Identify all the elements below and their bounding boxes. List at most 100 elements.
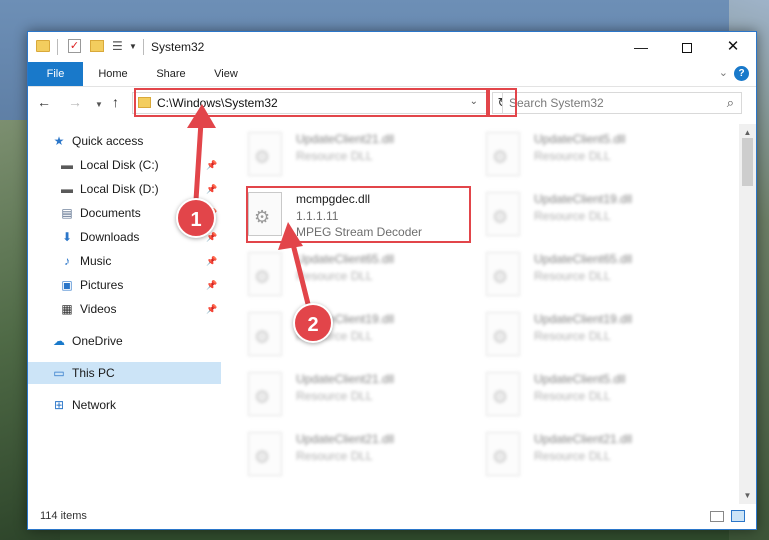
list-item[interactable]: UpdateClient21.dll Resource DLL (486, 428, 716, 486)
step-1-badge: 1 (176, 198, 216, 238)
sidebar-item-onedrive[interactable]: ☁ OneDrive (28, 330, 221, 352)
dll-file-icon (486, 372, 520, 416)
list-item[interactable]: UpdateClient19.dll Resource DLL (486, 308, 716, 366)
file-name: UpdateClient21.dll (296, 132, 395, 146)
file-name: UpdateClient21.dll (534, 432, 633, 446)
file-description: Resource DLL (534, 269, 611, 283)
minimize-button[interactable]: — (618, 32, 664, 62)
music-icon: ♪ (64, 254, 70, 268)
sidebar-item-network[interactable]: ⊞ Network (28, 394, 221, 416)
file-name: UpdateClient21.dll (296, 432, 395, 446)
close-button[interactable]: ✕ (710, 32, 756, 62)
details-view-icon[interactable] (710, 511, 724, 522)
folder-icon (36, 40, 50, 52)
file-name: UpdateClient65.dll (296, 252, 395, 266)
sidebar-item-label: Documents (80, 206, 141, 220)
properties-check-icon[interactable]: ✓ (68, 39, 81, 53)
video-icon: ▦ (61, 302, 73, 316)
tab-view[interactable]: View (203, 62, 249, 86)
sidebar-item-label: Videos (80, 302, 117, 316)
cloud-icon: ☁ (53, 334, 65, 348)
sidebar-item-local-disk-d[interactable]: ▬ Local Disk (D:) 📌 (28, 178, 221, 200)
list-item[interactable]: UpdateClient5.dll Resource DLL (486, 368, 716, 426)
dll-file-icon (486, 432, 520, 476)
star-icon: ★ (53, 134, 65, 148)
vertical-scrollbar[interactable]: ▲ ▼ (739, 124, 756, 504)
help-icon[interactable]: ? (734, 66, 749, 81)
sidebar-item-label: OneDrive (72, 334, 123, 348)
list-item[interactable]: UpdateClient19.dll Resource DLL (248, 308, 478, 366)
status-bar: 114 items (28, 503, 756, 529)
file-description: Resource DLL (534, 149, 611, 163)
properties-icon[interactable]: ☰ (112, 39, 126, 53)
tiles-view-icon[interactable] (731, 510, 745, 522)
pin-icon[interactable]: 📌 (206, 154, 217, 176)
file-description: Resource DLL (534, 329, 611, 343)
forward-arrow-icon[interactable]: → (68, 94, 82, 110)
computer-icon: ▭ (53, 366, 65, 380)
file-description: Resource DLL (534, 449, 611, 463)
sidebar-item-music[interactable]: ♪ Music 📌 (28, 250, 221, 272)
divider (57, 39, 58, 55)
sidebar-item-pictures[interactable]: ▣ Pictures 📌 (28, 274, 221, 296)
drive-icon: ▬ (61, 158, 73, 172)
sidebar-item-label: Local Disk (D:) (80, 182, 159, 196)
sidebar-item-label: Downloads (80, 230, 140, 244)
file-highlight-box (246, 186, 471, 243)
file-explorer-window: ✓ ☰ ▼ System32 — ✕ File Home Share View … (27, 31, 757, 530)
customize-toolbar-chevron-icon[interactable]: ▼ (129, 39, 137, 55)
title-bar: ✓ ☰ ▼ System32 — ✕ (28, 32, 756, 62)
tab-home[interactable]: Home (88, 62, 138, 86)
sidebar-item-this-pc[interactable]: ▭ This PC (28, 362, 221, 384)
up-arrow-icon[interactable]: ↑ (112, 94, 119, 110)
back-arrow-icon[interactable]: ← (37, 94, 51, 110)
list-item[interactable]: UpdateClient5.dll Resource DLL (486, 128, 716, 186)
scroll-down-icon[interactable]: ▼ (739, 487, 756, 504)
network-icon: ⊞ (53, 398, 65, 412)
pin-icon[interactable]: 📌 (206, 274, 217, 296)
file-name: UpdateClient21.dll (296, 372, 395, 386)
sidebar-item-videos[interactable]: ▦ Videos 📌 (28, 298, 221, 320)
recent-locations-chevron-icon[interactable]: ▼ (95, 97, 103, 113)
dll-file-icon (248, 372, 282, 416)
maximize-icon (682, 43, 692, 54)
list-item[interactable]: UpdateClient65.dll Resource DLL (248, 248, 478, 306)
file-name: UpdateClient5.dll (534, 372, 626, 386)
sidebar-item-label: Pictures (80, 278, 124, 292)
sidebar-item-quick-access[interactable]: ★ Quick access (28, 130, 221, 152)
pin-icon[interactable]: 📌 (206, 250, 217, 272)
tab-share[interactable]: Share (146, 62, 196, 86)
dll-file-icon (248, 312, 282, 356)
expand-ribbon-chevron-icon[interactable]: ⌄ (719, 66, 728, 79)
sidebar-item-label: Local Disk (C:) (80, 158, 159, 172)
search-icon[interactable]: ⌕ (727, 95, 734, 111)
pin-icon[interactable]: 📌 (206, 298, 217, 320)
list-item[interactable]: UpdateClient21.dll Resource DLL (248, 128, 478, 186)
list-item[interactable]: UpdateClient19.dll Resource DLL (486, 188, 716, 246)
sidebar-item-label: Quick access (72, 134, 144, 148)
tab-file[interactable]: File (28, 62, 83, 86)
search-input[interactable]: Search System32 ⌕ (502, 92, 742, 114)
pin-icon[interactable]: 📌 (206, 178, 217, 200)
file-description: Resource DLL (534, 209, 611, 223)
download-icon: ⬇ (61, 230, 73, 244)
sidebar-item-local-disk-c[interactable]: ▬ Local Disk (C:) 📌 (28, 154, 221, 176)
sidebar-item-label: This PC (72, 366, 115, 380)
file-description: Resource DLL (534, 389, 611, 403)
documents-icon: ▤ (61, 206, 73, 220)
new-folder-icon[interactable] (90, 40, 104, 52)
dll-file-icon (248, 252, 282, 296)
pictures-icon: ▣ (61, 278, 73, 292)
scrollbar-thumb[interactable] (742, 138, 753, 186)
dll-file-icon (248, 132, 282, 176)
maximize-button[interactable] (664, 32, 710, 62)
list-item[interactable]: UpdateClient21.dll Resource DLL (248, 368, 478, 426)
window-title: System32 (151, 40, 205, 54)
refresh-highlight-box (488, 88, 517, 117)
address-highlight-box (134, 88, 488, 117)
list-item[interactable]: UpdateClient21.dll Resource DLL (248, 428, 478, 486)
drive-icon: ▬ (61, 182, 73, 196)
item-count: 114 items (40, 510, 87, 522)
list-item[interactable]: UpdateClient65.dll Resource DLL (486, 248, 716, 306)
file-name: UpdateClient19.dll (534, 312, 633, 326)
